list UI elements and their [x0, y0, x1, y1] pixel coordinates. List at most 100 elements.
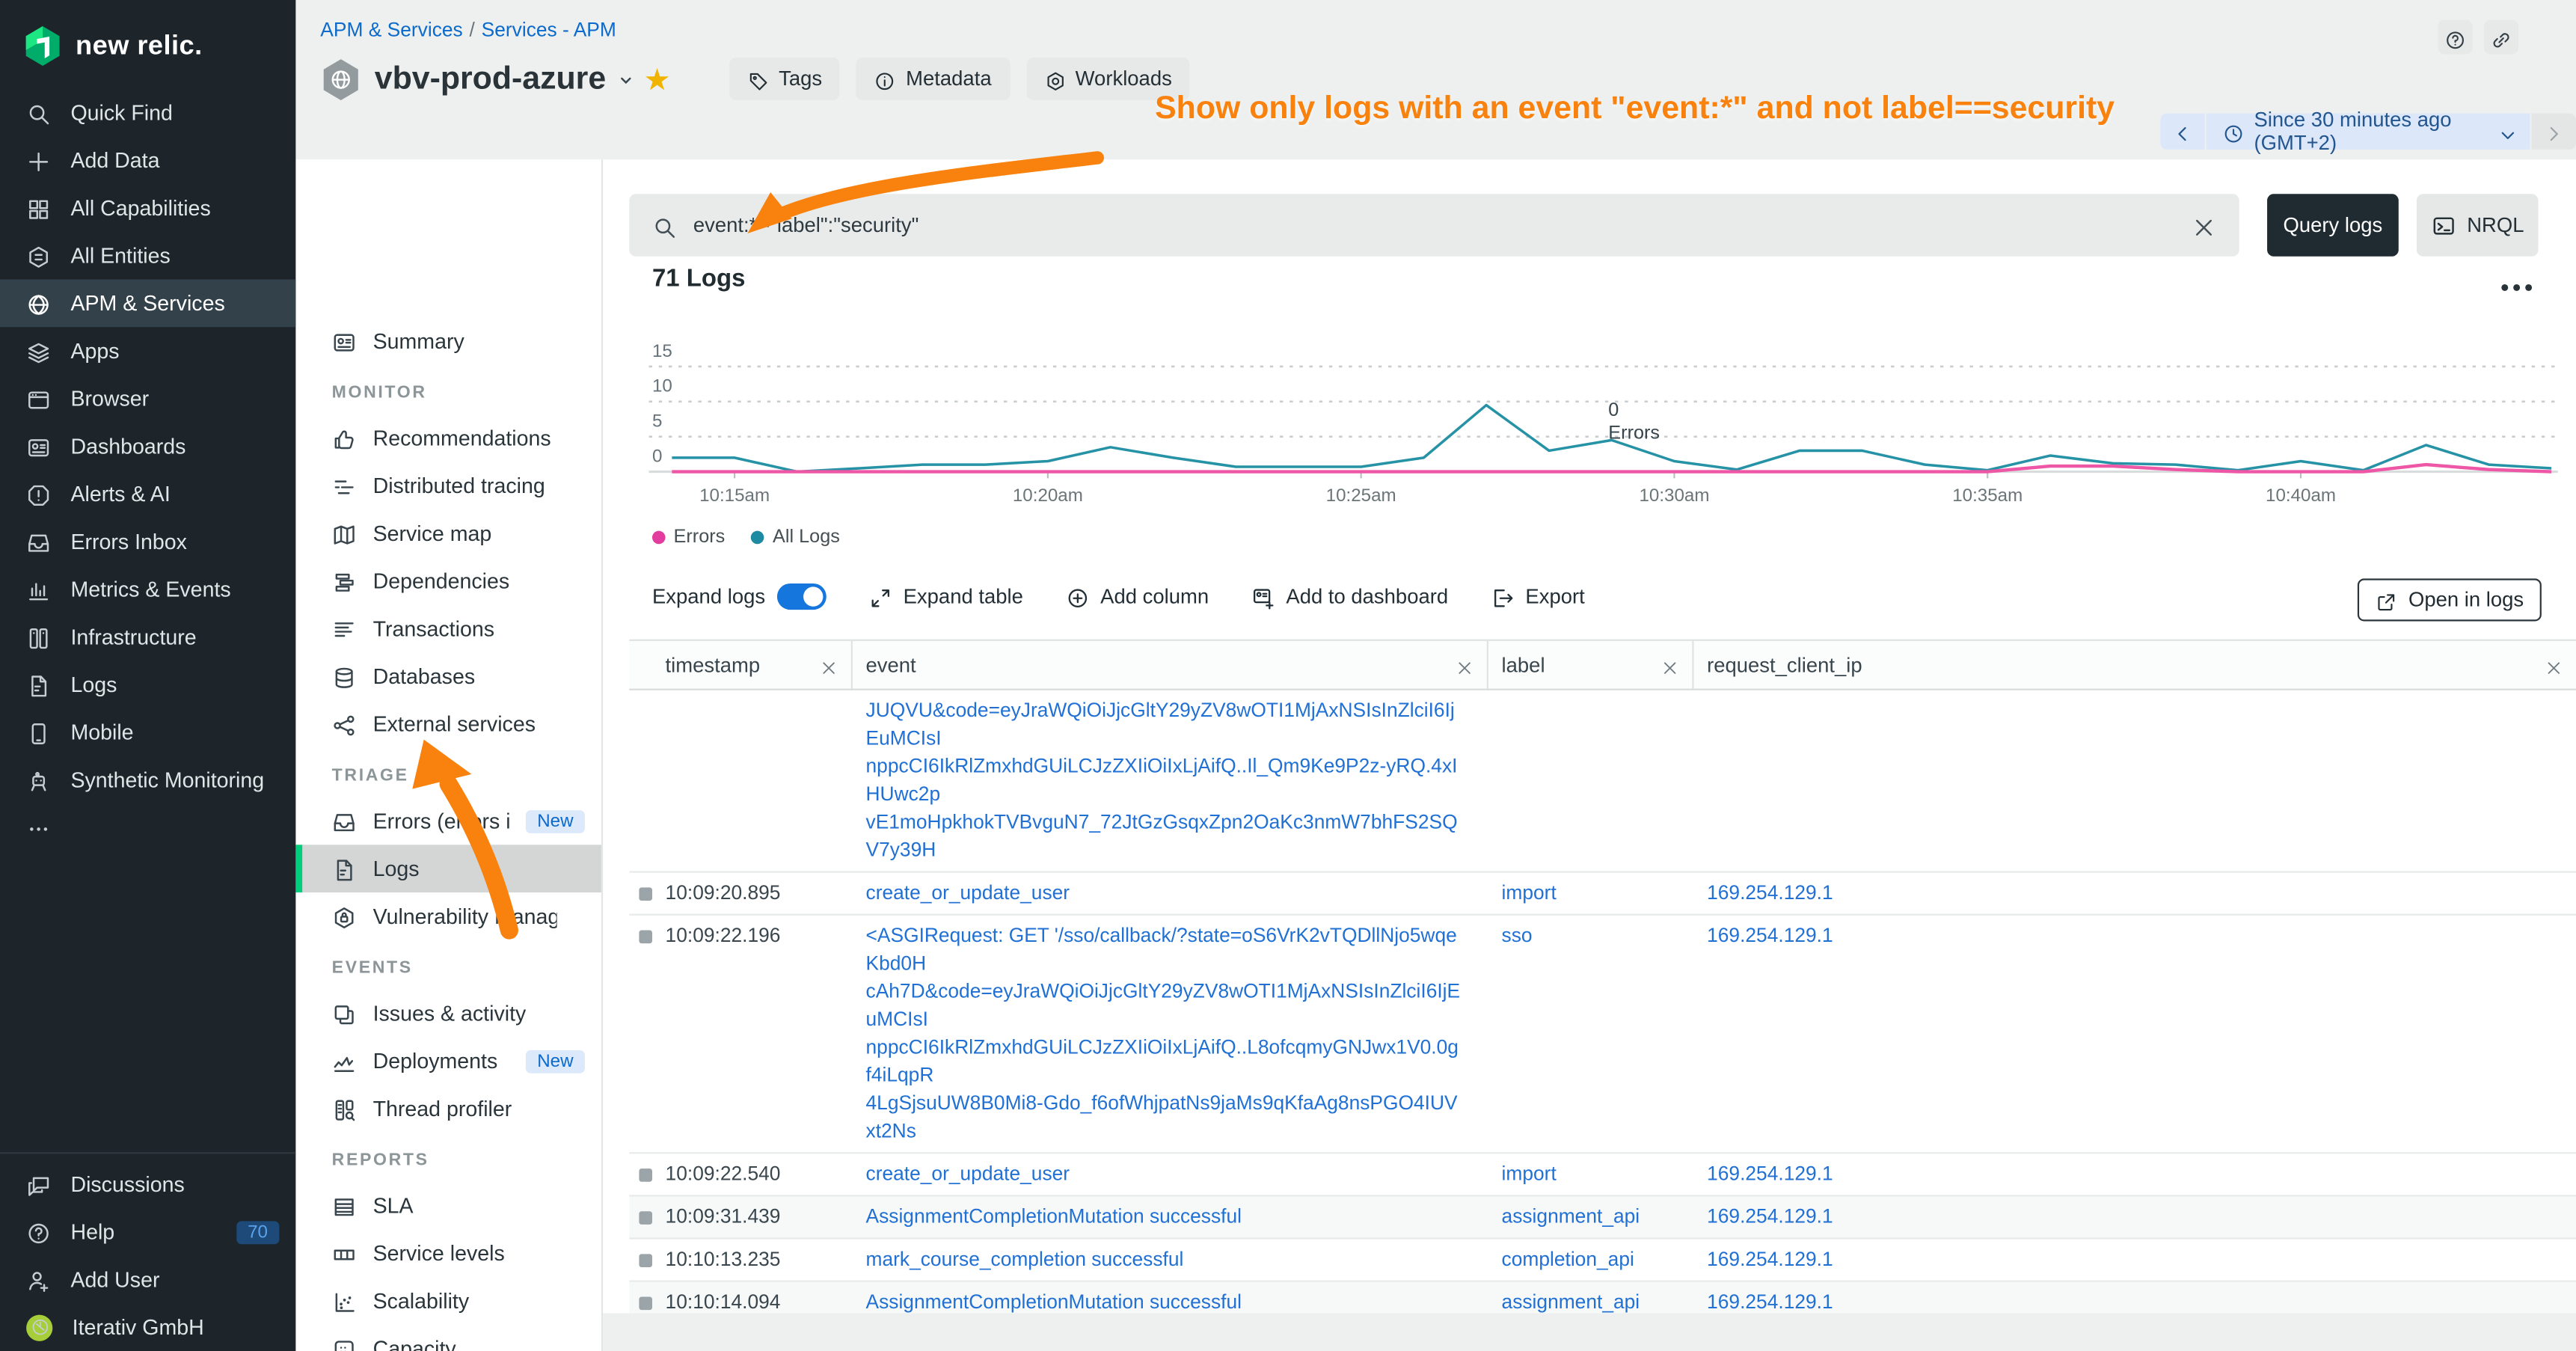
- new-relic-logo[interactable]: new relic.: [0, 0, 295, 73]
- table-row[interactable]: 10:09:22.196<ASGIRequest: GET '/sso/call…: [629, 916, 2576, 1154]
- table-row[interactable]: 10:09:31.439AssignmentCompletionMutation…: [629, 1196, 2576, 1239]
- table-row[interactable]: 10:09:20.895create_or_update_userimport1…: [629, 873, 2576, 916]
- label-link[interactable]: completion_api: [1502, 1248, 1634, 1271]
- ip-link[interactable]: 169.254.129.1: [1707, 1248, 1833, 1271]
- table-row[interactable]: JUQVU&code=eyJraWQiOiJjcGltY29yZV8wOTI1M…: [629, 690, 2576, 873]
- ip-link[interactable]: 169.254.129.1: [1707, 1162, 1833, 1185]
- row-checkbox[interactable]: [639, 1168, 652, 1182]
- legend-item-errors[interactable]: Errors: [652, 527, 725, 547]
- query-logs-button[interactable]: Query logs: [2267, 194, 2399, 256]
- sidebar-item-more[interactable]: [0, 803, 295, 851]
- event-link[interactable]: mark_course_completion successful: [866, 1248, 1184, 1271]
- expand-logs-toggle[interactable]: Expand logs: [652, 583, 826, 610]
- subnav-item-external-services[interactable]: External services: [295, 700, 601, 748]
- chevron-down-icon[interactable]: [618, 72, 634, 88]
- favorite-star-icon[interactable]: ★: [645, 64, 669, 96]
- logs-search-input[interactable]: event:* -"label":"security": [629, 194, 2239, 256]
- add-column-button[interactable]: Add column: [1066, 585, 1209, 608]
- event-link[interactable]: <ASGIRequest: GET '/sso/callback/?state=…: [866, 924, 1461, 1142]
- ip-link[interactable]: 169.254.129.1: [1707, 1290, 1833, 1314]
- sidebar-item-browser[interactable]: Browser: [0, 375, 295, 423]
- row-checkbox[interactable]: [639, 1211, 652, 1225]
- chart-menu-icon[interactable]: •••: [2500, 275, 2536, 302]
- tags-button[interactable]: Tags: [729, 58, 840, 100]
- legend-item-all-logs[interactable]: All Logs: [751, 527, 839, 547]
- label-link[interactable]: import: [1502, 1162, 1557, 1185]
- sidebar-item-metrics-events[interactable]: Metrics & Events: [0, 566, 295, 613]
- row-checkbox[interactable]: [639, 1254, 652, 1267]
- add-to-dashboard-button[interactable]: Add to dashboard: [1251, 585, 1448, 608]
- event-link[interactable]: create_or_update_user: [866, 881, 1070, 904]
- row-checkbox[interactable]: [639, 931, 652, 944]
- subnav-item-vulnerability-management[interactable]: Vulnerability Management: [295, 892, 601, 940]
- row-checkbox[interactable]: [639, 887, 652, 901]
- time-picker-main[interactable]: Since 30 minutes ago (GMT+2): [2207, 114, 2530, 150]
- entity-name[interactable]: vbv-prod-azure: [375, 61, 606, 99]
- metadata-button[interactable]: Metadata: [856, 58, 1010, 100]
- sidebar-item-all-capabilities[interactable]: All Capabilities: [0, 184, 295, 232]
- breadcrumb-link-apm[interactable]: APM & Services: [320, 18, 462, 41]
- label-link[interactable]: assignment_api: [1502, 1290, 1640, 1314]
- help-icon[interactable]: [2438, 19, 2473, 54]
- subnav-item-sla[interactable]: SLA: [295, 1182, 601, 1230]
- subnav-item-scalability[interactable]: Scalability: [295, 1277, 601, 1325]
- subnav-item-service-levels[interactable]: Service levels: [295, 1229, 601, 1277]
- label-link[interactable]: import: [1502, 881, 1557, 904]
- open-in-logs-button[interactable]: Open in logs: [2358, 578, 2542, 621]
- sidebar-item-add-data[interactable]: Add Data: [0, 136, 295, 184]
- subnav-item-issues-activity[interactable]: Issues & activity: [295, 990, 601, 1038]
- subnav-item-deployments[interactable]: DeploymentsNew: [295, 1037, 601, 1085]
- time-picker-prev[interactable]: [2160, 114, 2204, 150]
- event-link[interactable]: AssignmentCompletionMutation successful: [866, 1290, 1242, 1314]
- subnav-item-distributed-tracing[interactable]: Distributed tracing: [295, 462, 601, 509]
- subnav-item-thread-profiler[interactable]: Thread profiler: [295, 1085, 601, 1133]
- sidebar-item-errors-inbox[interactable]: Errors Inbox: [0, 518, 295, 566]
- ip-link[interactable]: 169.254.129.1: [1707, 881, 1833, 904]
- sidebar-item-apm-services[interactable]: APM & Services: [0, 280, 295, 328]
- event-link[interactable]: JUQVU&code=eyJraWQiOiJjcGltY29yZV8wOTI1M…: [866, 699, 1458, 862]
- sidebar-item-discussions[interactable]: Discussions: [0, 1160, 295, 1208]
- sidebar-item-quick-find[interactable]: Quick Find: [0, 89, 295, 137]
- search-query-value[interactable]: event:* -"label":"security": [693, 214, 2175, 237]
- time-picker-next[interactable]: [2532, 114, 2576, 150]
- event-link[interactable]: create_or_update_user: [866, 1162, 1070, 1185]
- subnav-item-logs[interactable]: Logs: [295, 845, 601, 892]
- breadcrumb-link-services[interactable]: Services - APM: [482, 18, 616, 41]
- table-row[interactable]: 10:10:14.094AssignmentCompletionMutation…: [629, 1282, 2576, 1314]
- sidebar-item-mobile[interactable]: Mobile: [0, 708, 295, 756]
- label-link[interactable]: assignment_api: [1502, 1204, 1640, 1228]
- row-checkbox[interactable]: [639, 1296, 652, 1310]
- permalink-icon[interactable]: [2484, 19, 2518, 54]
- sidebar-item-alerts-ai[interactable]: Alerts & AI: [0, 470, 295, 518]
- table-row[interactable]: 10:10:13.235mark_course_completion succe…: [629, 1240, 2576, 1282]
- ip-link[interactable]: 169.254.129.1: [1707, 1204, 1833, 1228]
- sidebar-item-dashboards[interactable]: Dashboards: [0, 423, 295, 471]
- sidebar-item-help[interactable]: Help70: [0, 1208, 295, 1256]
- sidebar-item-apps[interactable]: Apps: [0, 327, 295, 375]
- subnav-item-transactions[interactable]: Transactions: [295, 605, 601, 653]
- remove-column-icon[interactable]: [2545, 656, 2563, 674]
- subnav-item-errors-errors-inb[interactable]: Errors (errors inb...New: [295, 797, 601, 845]
- subnav-item-dependencies[interactable]: Dependencies: [295, 557, 601, 605]
- ip-link[interactable]: 169.254.129.1: [1707, 924, 1833, 947]
- sidebar-item-add-user[interactable]: Add User: [0, 1256, 295, 1304]
- subnav-item-databases[interactable]: Databases: [295, 652, 601, 700]
- nrql-button[interactable]: NRQL: [2417, 194, 2539, 256]
- subnav-item-recommendations[interactable]: Recommendations: [295, 414, 601, 462]
- remove-column-icon[interactable]: [1456, 656, 1473, 674]
- table-row[interactable]: 10:09:22.540create_or_update_userimport1…: [629, 1154, 2576, 1196]
- sidebar-item-all-entities[interactable]: All Entities: [0, 232, 295, 280]
- clear-search-icon[interactable]: [2192, 213, 2216, 238]
- toggle-on[interactable]: [776, 583, 826, 610]
- event-link[interactable]: AssignmentCompletionMutation successful: [866, 1204, 1242, 1228]
- sidebar-item-logs[interactable]: Logs: [0, 661, 295, 708]
- subnav-item-summary[interactable]: Summary: [295, 317, 601, 365]
- subnav-item-service-map[interactable]: Service map: [295, 509, 601, 557]
- subnav-item-capacity[interactable]: Capacity: [295, 1325, 601, 1351]
- label-link[interactable]: sso: [1502, 924, 1533, 947]
- sidebar-item-infrastructure[interactable]: Infrastructure: [0, 613, 295, 661]
- export-button[interactable]: Export: [1491, 585, 1585, 608]
- remove-column-icon[interactable]: [820, 656, 838, 674]
- sidebar-item-synthetic-monitoring[interactable]: Synthetic Monitoring: [0, 756, 295, 804]
- expand-table-button[interactable]: Expand table: [868, 585, 1022, 608]
